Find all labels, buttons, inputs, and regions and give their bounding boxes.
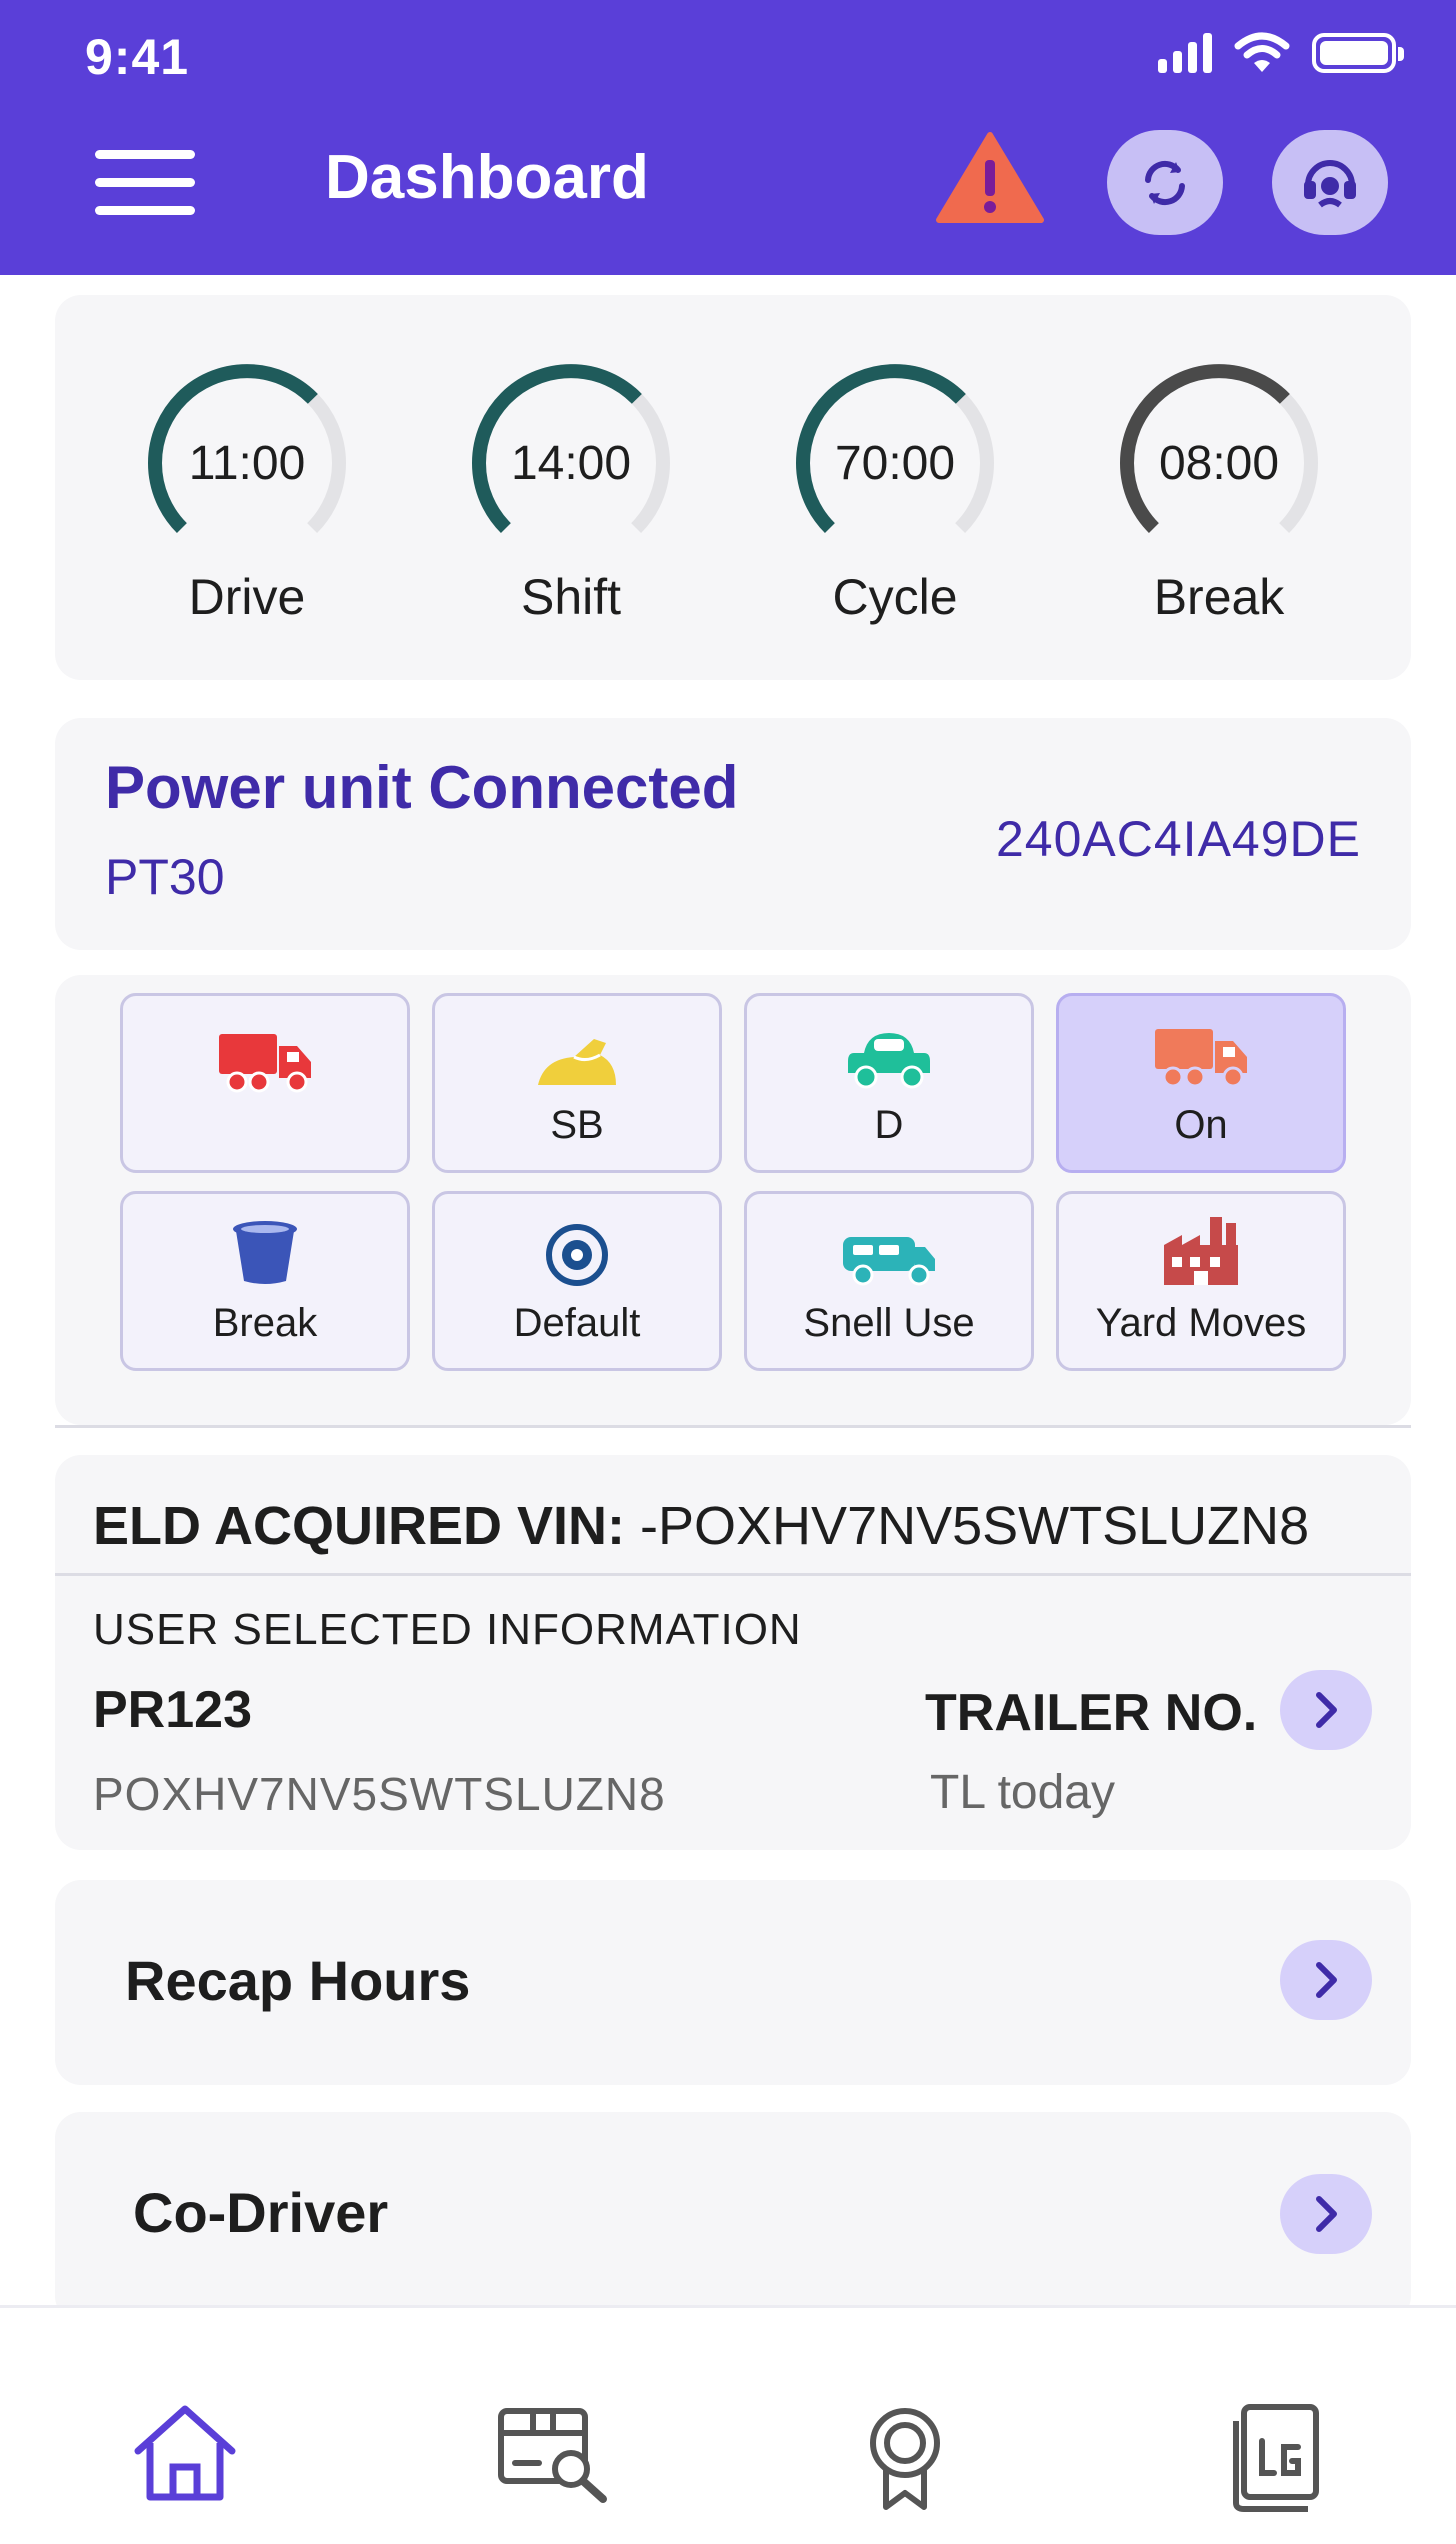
eld-vin-label: ELD ACQUIRED VIN: xyxy=(93,1496,626,1556)
chevron-right-icon xyxy=(1316,2196,1337,2232)
power-unit-number: PR123 xyxy=(93,1681,252,1739)
eld-vin-line: ELD ACQUIRED VIN: -POXHV7NV5SWTSLUZN8 xyxy=(93,1495,1309,1557)
status-label: Break xyxy=(212,1301,318,1345)
sync-icon xyxy=(1145,160,1185,205)
timer-break: 08:00 Break xyxy=(1094,340,1344,680)
timer-value: 11:00 xyxy=(188,436,306,490)
gauge: 70:00 xyxy=(772,340,1018,586)
recap-hours-row[interactable]: Recap Hours xyxy=(55,1880,1411,2085)
battery-icon xyxy=(1312,33,1404,73)
factory-icon xyxy=(1164,1217,1238,1285)
power-unit-card[interactable]: Power unit Connected PT30 240AC4IA49DE xyxy=(55,718,1411,950)
recap-hours-chevron-button[interactable] xyxy=(1280,1940,1372,2020)
co-driver-row[interactable]: Co-Driver xyxy=(55,2112,1411,2322)
status-icons xyxy=(1158,32,1404,74)
timer-drive: 11:00 Drive xyxy=(122,340,372,680)
status-label: Default xyxy=(513,1301,641,1345)
status-label: SB xyxy=(550,1103,604,1147)
home-icon xyxy=(134,2405,236,2501)
hos-timers-card: 11:00 Drive 14:00 Shift 70:00 Cycle 08:0… xyxy=(55,295,1411,680)
power-unit-name: PT30 xyxy=(105,849,225,905)
trailer-value: TL today xyxy=(930,1766,1115,1819)
co-driver-chevron-button[interactable] xyxy=(1280,2174,1372,2254)
app-header: 9:41 Dashboard xyxy=(0,0,1456,275)
timer-value: 70:00 xyxy=(834,436,956,490)
status-label: Yard Moves xyxy=(1095,1301,1307,1345)
status-button-truck[interactable] xyxy=(120,993,410,1173)
eye-icon xyxy=(546,1224,608,1286)
nav-home[interactable] xyxy=(130,2403,240,2508)
page-title: Dashboard xyxy=(325,143,649,212)
status-button-default[interactable]: Default xyxy=(432,1191,722,1371)
nav-certify[interactable] xyxy=(860,2403,950,2518)
chevron-right-icon xyxy=(1316,1962,1337,1998)
signal-icon xyxy=(1158,33,1212,73)
truck-icon xyxy=(1155,1029,1247,1088)
status-button-on[interactable]: On xyxy=(1056,993,1346,1173)
power-unit-title: Power unit Connected xyxy=(105,754,739,821)
gauge: 14:00 xyxy=(448,340,694,586)
menu-button[interactable] xyxy=(95,150,195,215)
duty-status-card: SB D On Break Default Snell Use Yard Mov… xyxy=(55,975,1411,1425)
status-time: 9:41 xyxy=(85,29,190,85)
power-unit-id: 240AC4IA49DE xyxy=(995,811,1361,867)
timer-cycle: 70:00 Cycle xyxy=(770,340,1020,680)
sleeper-icon xyxy=(538,1039,616,1085)
nav-logs[interactable] xyxy=(1230,2403,1326,2518)
co-driver-label: Co-Driver xyxy=(133,2181,389,2244)
timer-value: 08:00 xyxy=(1158,436,1280,490)
status-label: Snell Use xyxy=(803,1301,975,1345)
rv-icon xyxy=(843,1237,935,1286)
divider xyxy=(55,1573,1411,1576)
power-unit-vin: POXHV7NV5SWTSLUZN8 xyxy=(93,1768,666,1820)
cup-icon xyxy=(233,1221,297,1284)
status-label: On xyxy=(1174,1103,1228,1147)
bottom-navigation xyxy=(0,2305,1456,2544)
vin-info-chevron-button[interactable] xyxy=(1280,1670,1372,1750)
car-icon xyxy=(848,1033,930,1089)
vin-info-card: ELD ACQUIRED VIN: -POXHV7NV5SWTSLUZN8 US… xyxy=(55,1455,1411,1850)
recap-hours-label: Recap Hours xyxy=(125,1949,471,2012)
status-button-break[interactable]: Break xyxy=(120,1191,410,1371)
support-button[interactable] xyxy=(1272,130,1388,235)
gauge: 08:00 xyxy=(1096,340,1342,586)
menu-icon xyxy=(95,150,195,159)
status-button-d[interactable]: D xyxy=(744,993,1034,1173)
logs-icon xyxy=(1233,2404,1319,2512)
divider xyxy=(55,1425,1411,1428)
nav-inspection[interactable] xyxy=(495,2403,613,2508)
chevron-right-icon xyxy=(1316,1692,1337,1728)
sync-button[interactable] xyxy=(1107,130,1223,235)
user-selected-label: USER SELECTED INFORMATION xyxy=(93,1605,802,1654)
warning-icon[interactable] xyxy=(935,130,1045,225)
support-icon xyxy=(1304,159,1356,207)
timer-shift: 14:00 Shift xyxy=(446,340,696,680)
inspection-icon xyxy=(498,2408,607,2503)
status-label: D xyxy=(874,1103,904,1147)
status-button-snell-use[interactable]: Snell Use xyxy=(744,1191,1034,1371)
status-button-yard-moves[interactable]: Yard Moves xyxy=(1056,1191,1346,1371)
wifi-icon xyxy=(1234,32,1290,72)
trailer-label: TRAILER NO. xyxy=(925,1684,1258,1742)
eld-vin-value: -POXHV7NV5SWTSLUZN8 xyxy=(640,1496,1310,1556)
gauge: 11:00 xyxy=(124,340,370,586)
certify-icon xyxy=(870,2408,940,2510)
truck-icon xyxy=(219,1034,311,1093)
timer-value: 14:00 xyxy=(510,436,632,490)
status-button-sb[interactable]: SB xyxy=(432,993,722,1173)
